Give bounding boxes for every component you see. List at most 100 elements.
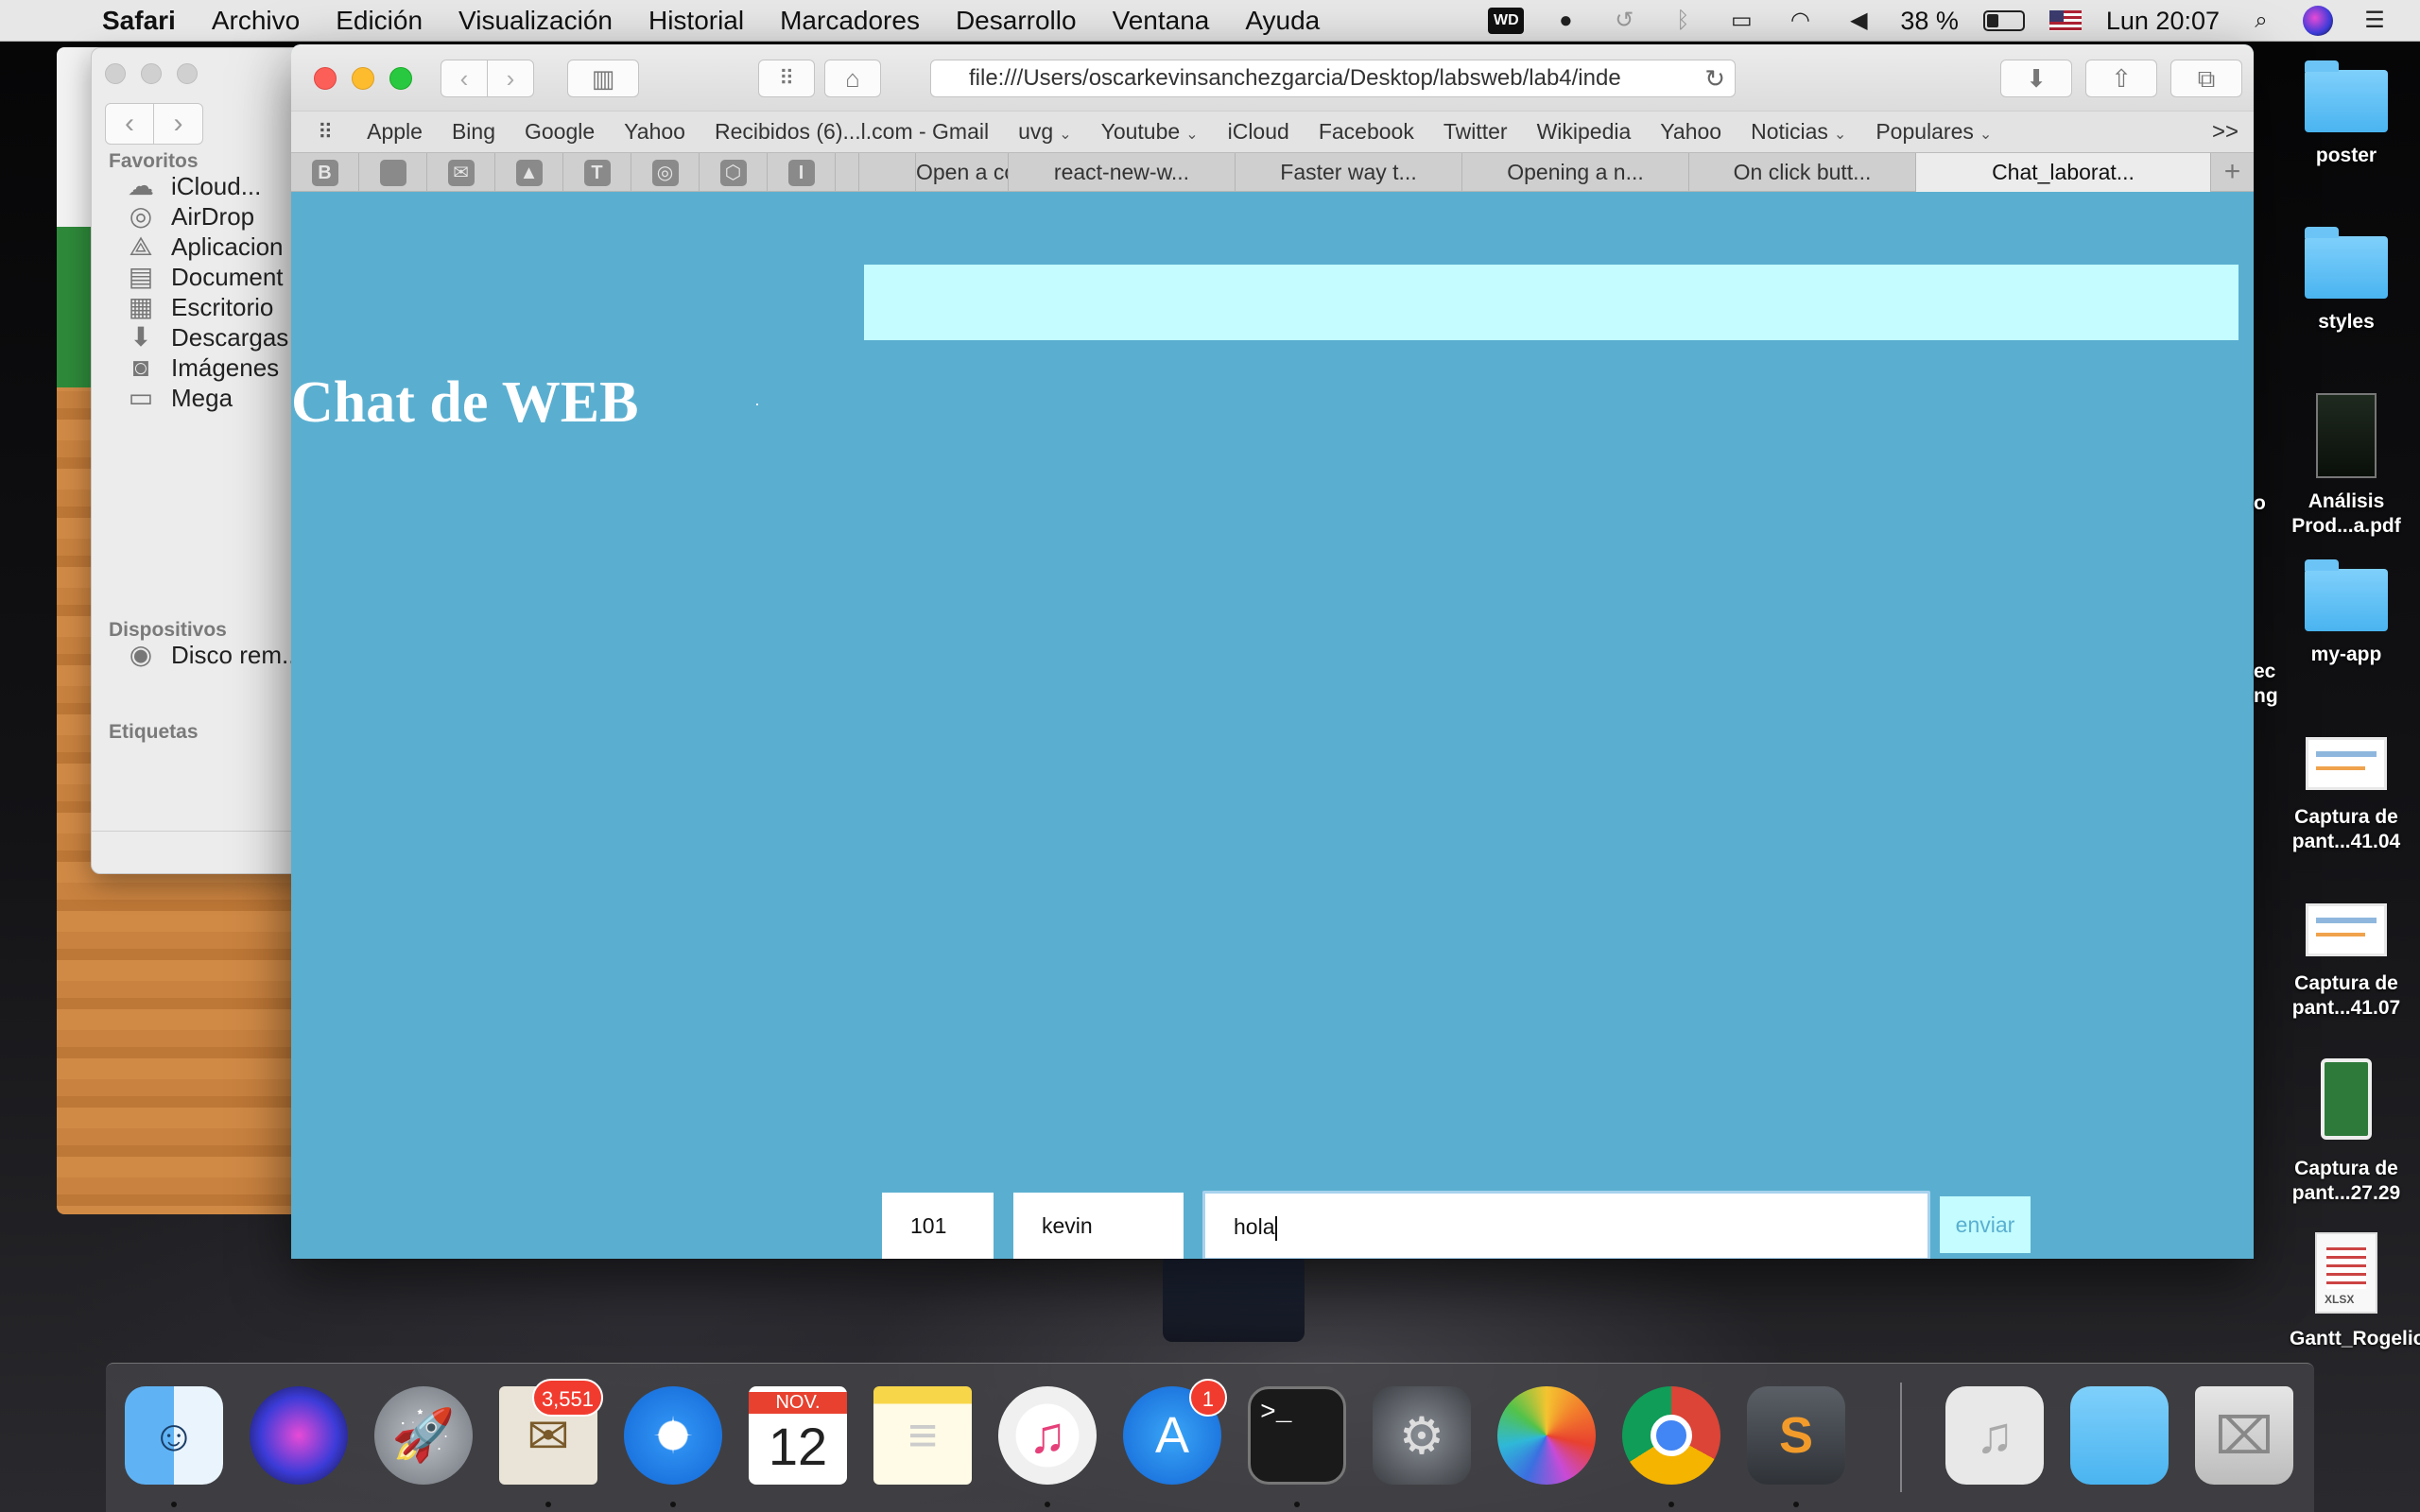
menu-ayuda[interactable]: Ayuda	[1245, 6, 1320, 36]
desktop-screenshot-1[interactable]: Captura de pant...41.04	[2280, 737, 2412, 854]
bookmark-youtube[interactable]: Youtube ⌄	[1101, 119, 1199, 145]
sidebar-toggle-icon[interactable]: ▥	[567, 60, 639, 97]
chrome-icon[interactable]	[1622, 1386, 1720, 1485]
photos-icon[interactable]	[1497, 1386, 1596, 1485]
clock[interactable]: Lun 20:07	[2106, 7, 2220, 36]
pinned-tab-github[interactable]: ◎	[631, 153, 700, 192]
pinned-tab-mail[interactable]: ✉	[427, 153, 495, 192]
menu-marcadores[interactable]: Marcadores	[780, 6, 920, 36]
pinned-tab-drive[interactable]: ▲	[495, 153, 563, 192]
wd-drive-icon[interactable]: WD	[1488, 8, 1525, 34]
tab-open-a-com[interactable]: Open a com	[915, 153, 1008, 192]
menu-visualizacion[interactable]: Visualización	[458, 6, 613, 36]
pinned-tab-bootstrap[interactable]: B	[291, 153, 359, 192]
sidebar-item-remote-disc[interactable]: ◉ Disco rem...	[124, 636, 302, 674]
finder-back-icon[interactable]: ‹	[105, 103, 154, 145]
desktop-file-analisis-pdf[interactable]: Análisis Prod...a.pdf	[2280, 393, 2412, 539]
tab-on-click-button[interactable]: On click butt...	[1688, 153, 1915, 192]
minimize-button[interactable]	[352, 67, 374, 90]
desktop-screenshot-2[interactable]: Captura de pant...41.07	[2280, 903, 2412, 1021]
sidebar-item-mega[interactable]: ▭ Mega	[124, 379, 233, 417]
airplay-icon[interactable]: ▭	[1724, 7, 1758, 35]
bookmark-twitter[interactable]: Twitter	[1443, 119, 1508, 145]
bookmarks-overflow-icon[interactable]: >>	[2212, 119, 2238, 146]
tab-overview-icon[interactable]: ⧉	[2170, 60, 2242, 97]
send-button[interactable]: enviar	[1940, 1196, 2031, 1253]
calendar-icon[interactable]: NOV. 12	[749, 1386, 847, 1485]
address-bar[interactable]: file:///Users/oscarkevinsanchezgarcia/De…	[930, 60, 1736, 97]
sublime-icon[interactable]: S	[1747, 1386, 1845, 1485]
notification-center-icon[interactable]: ☰	[2358, 7, 2392, 35]
app-store-icon[interactable]: A1	[1123, 1379, 1227, 1485]
battery-icon[interactable]	[1982, 10, 2025, 31]
bookmark-yahoo-2[interactable]: Yahoo	[1660, 119, 1721, 145]
downloads-icon[interactable]: ⬇	[2000, 60, 2072, 97]
finder-close-button[interactable]	[105, 63, 126, 84]
pinned-tab-t[interactable]: T	[563, 153, 631, 192]
finder-minimize-button[interactable]	[141, 63, 162, 84]
username-input[interactable]: kevin	[1013, 1193, 1184, 1259]
desktop-folder-styles[interactable]: styles	[2280, 227, 2412, 335]
top-sites-icon[interactable]: ⠿	[758, 60, 815, 97]
siri-menu-icon[interactable]	[2303, 6, 2333, 36]
bookmark-noticias[interactable]: Noticias ⌄	[1751, 119, 1846, 145]
home-icon[interactable]: ⌂	[824, 60, 881, 97]
gear-icon[interactable]: ⚙	[1373, 1386, 1471, 1485]
terminal-icon[interactable]: >_	[1248, 1386, 1346, 1485]
bookmarks-grid-icon[interactable]: ⠿	[318, 120, 333, 145]
desktop-folder-my-app[interactable]: my-app	[2280, 559, 2412, 667]
message-input[interactable]: hola	[1202, 1191, 1930, 1259]
tab-faster-way[interactable]: Faster way t...	[1235, 153, 1461, 192]
volume-icon[interactable]: ◀	[1841, 7, 1876, 35]
bookmark-apple[interactable]: Apple	[367, 119, 423, 145]
forward-icon[interactable]: ›	[487, 60, 534, 97]
notes-icon[interactable]: ≡	[873, 1386, 972, 1485]
share-icon[interactable]: ⇧	[2085, 60, 2157, 97]
close-button[interactable]	[314, 67, 337, 90]
wifi-icon[interactable]: ◠	[1783, 7, 1817, 35]
tab-blank[interactable]	[858, 153, 915, 192]
finder-zoom-button[interactable]	[177, 63, 198, 84]
itunes-icon[interactable]: ♫	[998, 1386, 1097, 1485]
us-flag-input-icon[interactable]	[2048, 10, 2082, 31]
music-folder-icon[interactable]: ♫	[1945, 1386, 2044, 1485]
time-machine-icon[interactable]: ↺	[1607, 7, 1641, 35]
menu-edicion[interactable]: Edición	[336, 6, 423, 36]
back-icon[interactable]: ‹	[441, 60, 488, 97]
m-app-icon[interactable]: ●	[1548, 7, 1582, 35]
menu-app-name[interactable]: Safari	[102, 6, 176, 36]
reload-icon[interactable]: ↻	[1704, 60, 1725, 96]
menu-archivo[interactable]: Archivo	[212, 6, 300, 36]
room-input[interactable]: 101	[882, 1193, 994, 1259]
desktop-file-gantt-xlsx[interactable]: XLSX Gantt_Rogelio	[2280, 1232, 2420, 1351]
safari-compass-icon[interactable]: ✦	[624, 1386, 722, 1485]
mail-stamp-icon[interactable]: ✉ 3,551	[499, 1379, 603, 1485]
siri-icon[interactable]	[250, 1386, 348, 1485]
bookmark-populares[interactable]: Populares ⌄	[1876, 119, 1992, 145]
bookmark-wikipedia[interactable]: Wikipedia	[1537, 119, 1632, 145]
pinned-tab-i[interactable]: I	[768, 153, 836, 192]
spotlight-search-icon[interactable]: ⌕	[2244, 7, 2278, 35]
menu-historial[interactable]: Historial	[648, 6, 744, 36]
tab-chat-laboratorio[interactable]: Chat_laborat...	[1915, 153, 2210, 192]
bluetooth-icon[interactable]: ᛒ	[1666, 7, 1700, 35]
new-tab-plus-icon[interactable]: +	[2210, 153, 2254, 192]
tab-opening-a-new[interactable]: Opening a n...	[1461, 153, 1688, 192]
menu-ventana[interactable]: Ventana	[1113, 6, 1210, 36]
finder-forward-icon[interactable]: ›	[154, 103, 203, 145]
bookmark-icloud[interactable]: iCloud	[1228, 119, 1289, 145]
bookmark-yahoo[interactable]: Yahoo	[624, 119, 685, 145]
battery-percent[interactable]: 38 %	[1900, 7, 1959, 36]
bookmark-google[interactable]: Google	[525, 119, 595, 145]
menu-desarrollo[interactable]: Desarrollo	[956, 6, 1077, 36]
finder-icon[interactable]: ☺	[125, 1386, 223, 1485]
desktop-folder-poster[interactable]: poster	[2280, 60, 2412, 168]
pinned-tab-apple[interactable]	[359, 153, 427, 192]
bookmark-bing[interactable]: Bing	[452, 119, 495, 145]
desktop-screenshot-3[interactable]: Captura de pant...27.29	[2280, 1058, 2412, 1206]
trash-icon[interactable]: ⌧	[2195, 1386, 2293, 1485]
zoom-button[interactable]	[389, 67, 412, 90]
pinned-tab-codepen[interactable]: ⬡	[700, 153, 768, 192]
launchpad-icon[interactable]: 🚀	[374, 1386, 473, 1485]
bookmark-gmail[interactable]: Recibidos (6)...l.com - Gmail	[715, 119, 989, 145]
